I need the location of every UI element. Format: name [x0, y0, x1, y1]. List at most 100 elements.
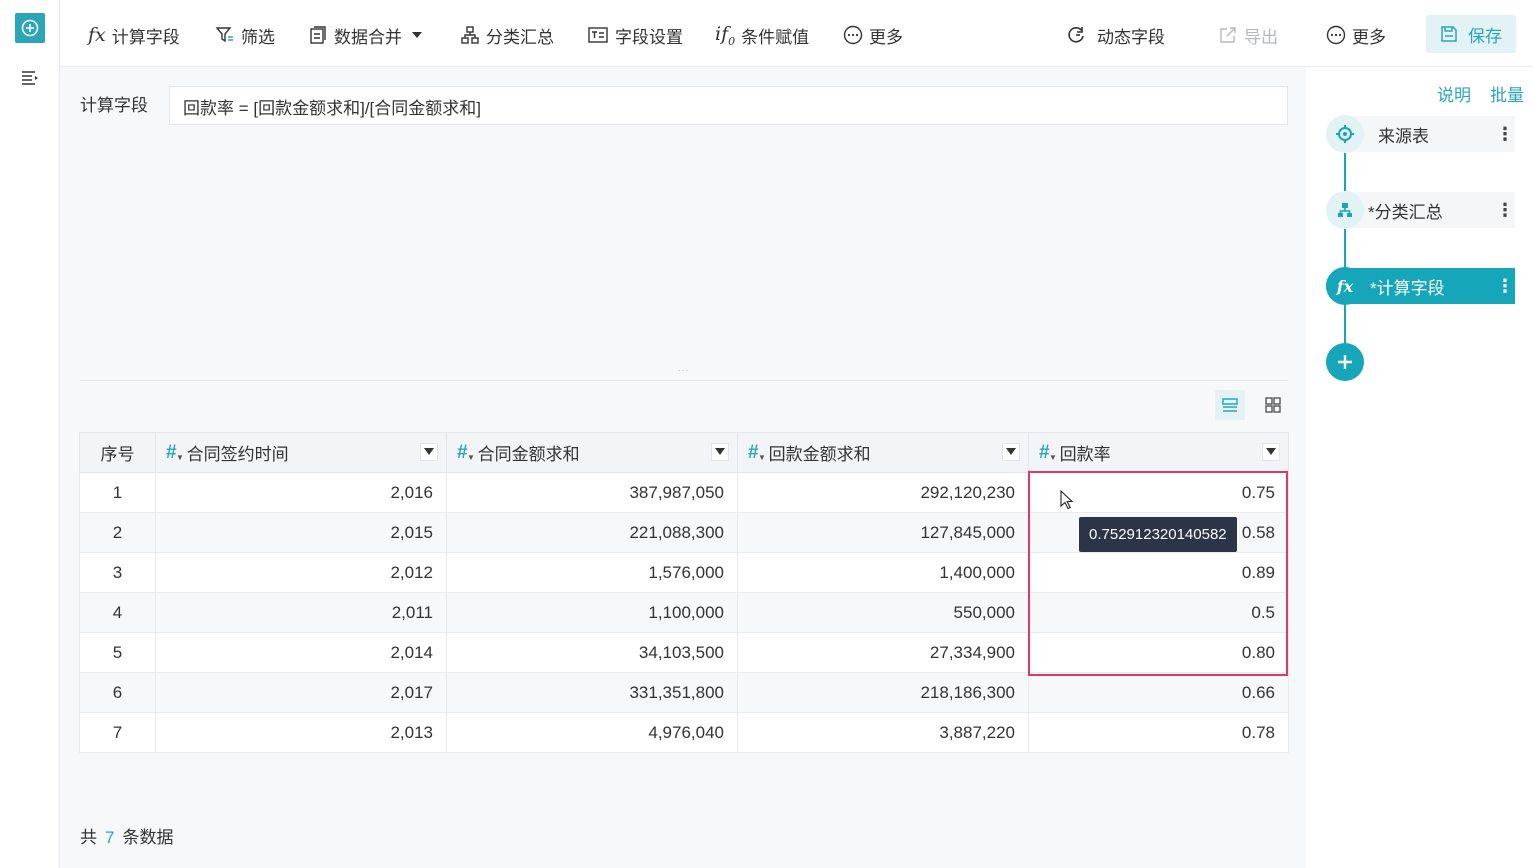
if-icon: if0 — [715, 22, 736, 48]
table-cell[interactable]: 5 — [79, 632, 156, 673]
resize-handle[interactable]: ... — [678, 363, 689, 374]
table-cell[interactable]: 292,120,230 — [737, 472, 1029, 513]
table-row: 4 2,011 1,100,000 550,000 0.5 — [79, 592, 1289, 633]
list-view-button[interactable] — [1215, 390, 1245, 420]
table-cell[interactable]: 1,400,000 — [737, 552, 1029, 593]
column-header[interactable]: # ▼ 回款金额求和 — [737, 432, 1029, 473]
kebab-menu-icon[interactable]: ⋮ — [1495, 276, 1515, 297]
column-header-label: 回款率 — [1059, 445, 1111, 464]
add-step-button[interactable] — [1326, 343, 1364, 381]
table-cell[interactable]: 2,011 — [155, 592, 447, 633]
table-row: 5 2,014 34,103,500 27,334,900 0.80 — [79, 632, 1289, 673]
export-label: 导出 — [1244, 27, 1278, 47]
step-connector — [1344, 304, 1346, 344]
table-cell[interactable]: 1 — [79, 472, 156, 513]
column-header-label: 合同金额求和 — [477, 445, 580, 464]
column-dropdown-icon[interactable] — [1262, 443, 1280, 461]
table-cell[interactable]: 27,334,900 — [737, 632, 1029, 673]
table-row: 7 2,013 4,976,040 3,887,220 0.78 — [79, 712, 1289, 753]
column-header[interactable]: # ▼ 合同签约时间 — [155, 432, 447, 473]
conditional-label: 条件赋值 — [741, 27, 810, 47]
kebab-menu-icon[interactable]: ⋮ — [1495, 200, 1515, 221]
table-cell[interactable]: 2,017 — [155, 672, 447, 713]
more-left-button[interactable]: 更多 — [843, 22, 903, 48]
column-dropdown-icon[interactable] — [711, 443, 729, 461]
export-button[interactable]: 导出 — [1218, 22, 1278, 48]
merge-button[interactable]: 数据合并 — [308, 22, 430, 48]
grid-view-icon — [1265, 397, 1281, 413]
list-view-icon — [1222, 398, 1238, 412]
table-cell[interactable]: 7 — [79, 712, 156, 753]
conditional-button[interactable]: if0 条件赋值 — [715, 22, 809, 48]
dynamic-field-button[interactable]: 动态字段 — [1067, 22, 1165, 48]
calc-field-button[interactable]: fx 计算字段 — [88, 22, 180, 48]
table-cell[interactable]: 0.78 — [1028, 712, 1289, 753]
table-cell[interactable]: 0.80 — [1028, 632, 1289, 673]
field-settings-label: 字段设置 — [615, 27, 683, 47]
menu-toggle-icon[interactable] — [20, 68, 40, 88]
more-left-label: 更多 — [869, 27, 903, 47]
hierarchy-icon — [461, 26, 479, 44]
mouse-cursor-icon — [1060, 490, 1074, 510]
step-calc-field[interactable]: fx *计算字段 ⋮ — [1326, 267, 1515, 305]
save-button[interactable]: 保存 — [1426, 15, 1516, 53]
table-cell[interactable]: 2,014 — [155, 632, 447, 673]
table-cell[interactable]: 387,987,050 — [446, 472, 738, 513]
table-header-row: 序号 # ▼ 合同签约时间 # ▼ 合同金额求和 # ▼ 回款金额求和 # ▼ 回款率 — [79, 432, 1289, 473]
field-settings-button[interactable]: 字段设置 — [587, 22, 683, 48]
dynamic-field-label: 动态字段 — [1097, 27, 1165, 47]
table-cell[interactable]: 221,088,300 — [446, 512, 738, 553]
table-cell[interactable]: 6 — [79, 672, 156, 713]
table-cell[interactable]: 1,576,000 — [446, 552, 738, 593]
filter-icon — [215, 27, 233, 43]
table-row: 3 2,012 1,576,000 1,400,000 0.89 — [79, 552, 1289, 593]
step-source-table[interactable]: 来源表 ⋮ — [1326, 115, 1515, 153]
more-right-button[interactable]: 更多 — [1326, 22, 1386, 48]
table-cell[interactable]: 3,887,220 — [737, 712, 1029, 753]
number-type-icon: # ▼ — [748, 441, 766, 463]
column-header[interactable]: # ▼ 合同金额求和 — [446, 432, 738, 473]
step-group-summary[interactable]: *分类汇总 ⋮ — [1326, 191, 1515, 229]
table-cell[interactable]: 331,351,800 — [446, 672, 738, 713]
column-header-label: 序号 — [100, 445, 135, 464]
merge-icon — [310, 26, 326, 44]
number-type-icon: # ▼ — [457, 441, 475, 463]
table-cell[interactable]: 1,100,000 — [446, 592, 738, 633]
table-cell[interactable]: 4 — [79, 592, 156, 633]
more-circle-icon — [843, 25, 863, 45]
group-summary-button[interactable]: 分类汇总 — [460, 22, 554, 48]
grid-view-button[interactable] — [1258, 390, 1288, 420]
filter-button[interactable]: 筛选 — [215, 22, 275, 48]
table-cell[interactable]: 2,016 — [155, 472, 447, 513]
table-cell[interactable]: 4,976,040 — [446, 712, 738, 753]
column-dropdown-icon[interactable] — [420, 443, 438, 461]
table-cell[interactable]: 2,013 — [155, 712, 447, 753]
add-icon[interactable] — [15, 13, 45, 43]
merge-label: 数据合并 — [334, 27, 402, 47]
explain-link[interactable]: 说明 — [1437, 81, 1471, 106]
column-header-label: 回款金额求和 — [768, 445, 871, 464]
left-rail — [0, 0, 60, 868]
column-header[interactable]: # ▼ 回款率 — [1028, 432, 1289, 473]
table-cell[interactable]: 550,000 — [737, 592, 1029, 633]
hierarchy-icon — [1326, 191, 1364, 229]
formula-input[interactable]: 回款率 = [回款金额求和]/[合同金额求和] — [169, 86, 1288, 125]
table-cell[interactable]: 127,845,000 — [737, 512, 1029, 553]
table-cell[interactable]: 0.5 — [1028, 592, 1289, 633]
table-cell[interactable]: 2 — [79, 512, 156, 553]
step-label: *计算字段 — [1370, 278, 1445, 298]
source-table-icon — [1326, 115, 1364, 153]
table-cell[interactable]: 2,015 — [155, 512, 447, 553]
group-summary-label: 分类汇总 — [486, 27, 554, 47]
table-cell[interactable]: 34,103,500 — [446, 632, 738, 673]
number-type-icon: # ▼ — [166, 441, 184, 463]
column-dropdown-icon[interactable] — [1002, 443, 1020, 461]
table-cell[interactable]: 3 — [79, 552, 156, 593]
filter-label: 筛选 — [241, 27, 275, 47]
table-cell[interactable]: 218,186,300 — [737, 672, 1029, 713]
table-cell[interactable]: 2,012 — [155, 552, 447, 593]
table-cell[interactable]: 0.66 — [1028, 672, 1289, 713]
batch-link[interactable]: 批量 — [1490, 81, 1524, 106]
kebab-menu-icon[interactable]: ⋮ — [1495, 124, 1515, 145]
table-cell[interactable]: 0.89 — [1028, 552, 1289, 593]
